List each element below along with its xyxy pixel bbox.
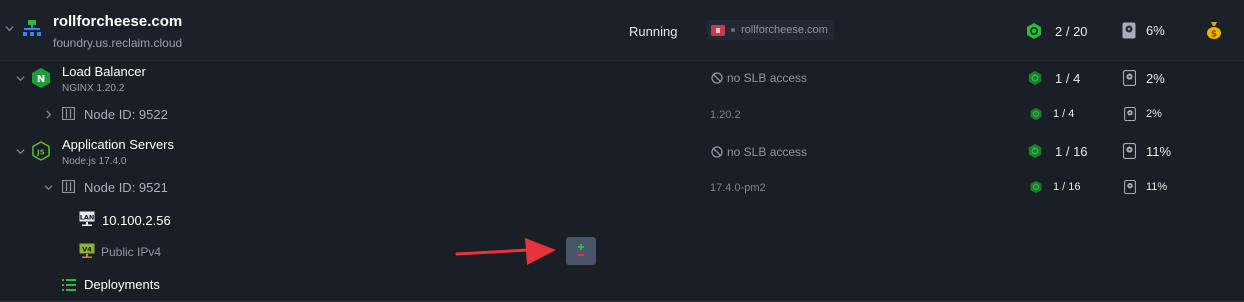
load-balancer-disk[interactable]: 2% [1123, 70, 1165, 86]
app-servers-slb-text: no SLB access [727, 145, 808, 159]
deployments-label[interactable]: Deployments [84, 277, 160, 292]
lb-node-cloudlets-value: 1 / 4 [1053, 108, 1075, 120]
separator-dot-icon [731, 28, 735, 32]
app-servers-disk[interactable]: 11% [1123, 143, 1171, 159]
disk-icon [1124, 180, 1136, 194]
server-node-icon [61, 179, 76, 198]
server-node-icon [61, 106, 76, 125]
load-balancer-name[interactable]: Load Balancer [62, 64, 146, 79]
app-servers-cloudlets-value: 1 / 16 [1055, 143, 1088, 159]
domain-tag[interactable]: rollforcheese.com [707, 20, 834, 40]
load-balancer-chevron-icon[interactable] [16, 74, 25, 83]
no-access-icon [711, 146, 723, 158]
svg-text:$: $ [1211, 30, 1217, 40]
svg-text:JS: JS [36, 149, 45, 157]
cloudlet-icon [1028, 143, 1042, 159]
lan-ip-icon: LAN [79, 211, 95, 232]
red-arrow-annotation-icon [455, 238, 556, 265]
app-node-cloudlets-value: 1 / 16 [1053, 181, 1081, 193]
cloudlet-icon [1027, 23, 1041, 39]
app-node-chevron-icon[interactable] [44, 183, 53, 192]
lb-node-label[interactable]: Node ID: 9522 [84, 107, 168, 122]
app-servers-cloudlets[interactable]: 1 / 16 [1027, 143, 1088, 159]
lb-node-disk[interactable]: 2% [1124, 107, 1162, 121]
disk-icon [1123, 143, 1136, 159]
load-balancer-cloudlets[interactable]: 1 / 4 [1027, 70, 1080, 86]
add-remove-public-ip-button[interactable] [566, 237, 596, 265]
load-balancer-slb-status: no SLB access [711, 71, 807, 85]
svg-text:V4: V4 [82, 246, 92, 254]
billing-moneybag-icon[interactable]: $ [1206, 21, 1222, 44]
app-node-label[interactable]: Node ID: 9521 [84, 180, 168, 195]
app-servers-name[interactable]: Application Servers [62, 137, 174, 152]
app-servers-disk-value: 11% [1146, 143, 1172, 159]
collapse-chevron-icon[interactable] [5, 24, 14, 33]
environment-name[interactable]: rollforcheese.com [53, 13, 182, 30]
load-balancer-version: NGINX 1.20.2 [62, 83, 125, 94]
lb-node-cloudlets[interactable]: 1 / 4 [1029, 107, 1074, 121]
lb-node-chevron-icon[interactable] [44, 110, 53, 119]
lb-node-version: 1.20.2 [710, 109, 741, 121]
app-node-cloudlets[interactable]: 1 / 16 [1029, 180, 1081, 194]
app-node-version: 17.4.0-pm2 [710, 182, 766, 194]
domain-tag-label: rollforcheese.com [741, 24, 828, 36]
environment-status: Running [629, 24, 678, 39]
disk-icon [1124, 107, 1136, 121]
app-servers-version: Node.js 17.4.0 [62, 156, 127, 167]
deployments-list-icon [62, 278, 76, 296]
app-servers-slb-status: no SLB access [711, 145, 807, 159]
nginx-icon: N [32, 68, 50, 93]
load-balancer-cloudlets-value: 1 / 4 [1055, 70, 1081, 86]
environment-cloudlets[interactable]: 2 / 20 [1025, 22, 1088, 40]
nodejs-icon: JS [32, 141, 50, 166]
cloudlet-icon [1030, 180, 1042, 194]
region-flag-icon [711, 24, 725, 36]
cloudlet-icon [1028, 70, 1042, 86]
svg-text:LAN: LAN [80, 214, 95, 222]
lb-node-disk-value: 2% [1146, 108, 1162, 120]
app-node-disk[interactable]: 11% [1124, 180, 1167, 194]
environment-disk[interactable]: 6% [1122, 22, 1165, 39]
app-node-disk-value: 11% [1146, 181, 1168, 193]
cloudlet-icon [1030, 107, 1042, 121]
environment-topology-icon [22, 19, 42, 44]
disk-icon [1122, 22, 1136, 39]
svg-text:N: N [37, 74, 45, 85]
public-ipv4-label[interactable]: Public IPv4 [101, 245, 161, 259]
load-balancer-slb-text: no SLB access [727, 71, 808, 85]
public-ip-icon: V4 [79, 243, 95, 264]
plus-minus-icon [578, 244, 584, 256]
environment-cloudlets-value: 2 / 20 [1055, 23, 1088, 39]
disk-icon [1123, 70, 1136, 86]
environment-disk-value: 6% [1146, 23, 1165, 38]
app-servers-chevron-icon[interactable] [16, 147, 25, 156]
environment-domain-link[interactable]: foundry.us.reclaim.cloud [53, 36, 182, 50]
lan-ip-address[interactable]: 10.100.2.56 [102, 213, 171, 228]
no-access-icon [711, 72, 723, 84]
load-balancer-disk-value: 2% [1146, 70, 1165, 86]
